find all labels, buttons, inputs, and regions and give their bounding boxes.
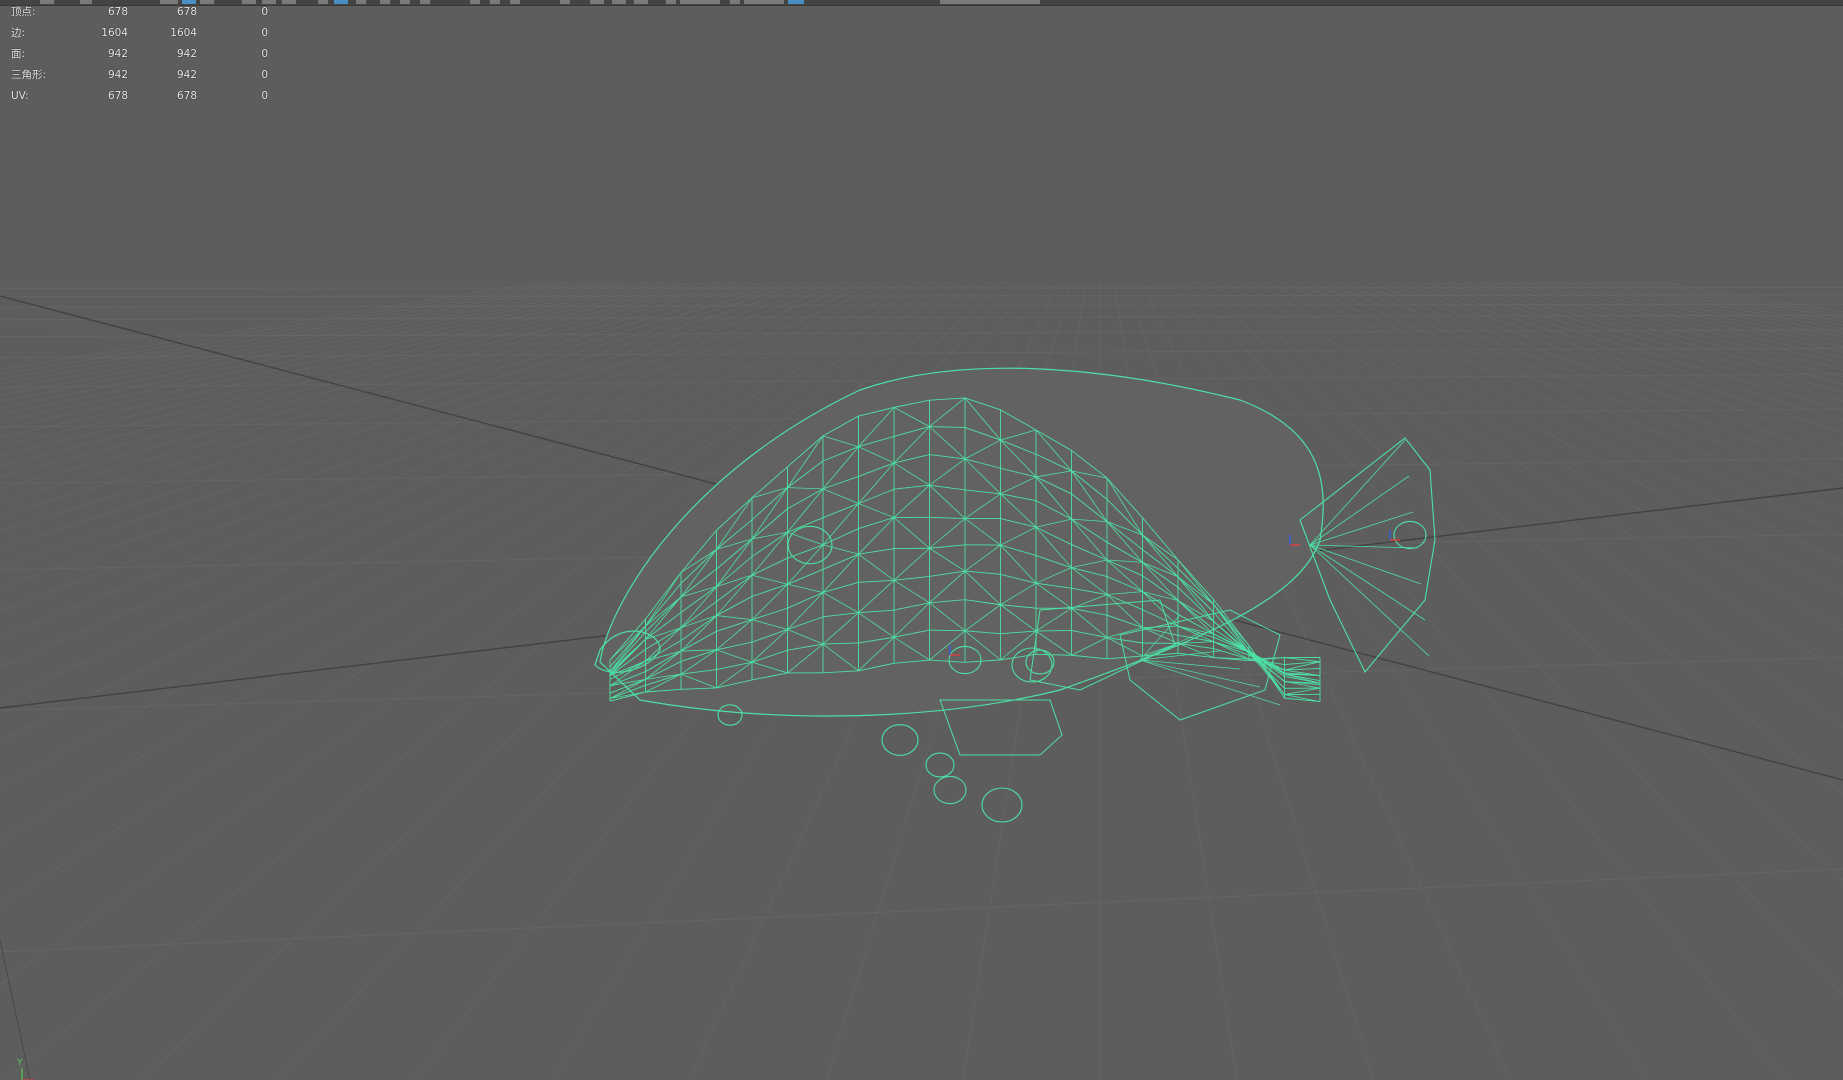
poly-count-hud: 顶点: 678 678 0 边: 1604 1604 0 面: 942 942 …: [0, 6, 290, 111]
hud-label: 顶点:: [11, 6, 36, 18]
hud-value: 0: [261, 48, 268, 60]
hud-value: 942: [107, 48, 128, 60]
hud-label: UV:: [11, 90, 29, 102]
hud-row-triangles: 三角形: 942 942 0: [0, 69, 290, 90]
hud-value: 678: [176, 6, 197, 18]
hud-row-uvs: UV: 678 678 0: [0, 90, 290, 111]
hud-label: 边:: [11, 27, 26, 39]
hud-row-edges: 边: 1604 1604 0: [0, 27, 290, 48]
fish-wireframe-model[interactable]: [594, 367, 1436, 823]
hud-label: 面:: [11, 48, 26, 60]
hud-value: 0: [261, 90, 268, 102]
hud-value: 942: [176, 48, 197, 60]
hud-row-vertices: 顶点: 678 678 0: [0, 6, 290, 27]
hud-value: 0: [261, 6, 268, 18]
hud-value: 678: [107, 6, 128, 18]
hud-value: 0: [261, 27, 268, 39]
hud-value: 678: [176, 90, 197, 102]
hud-value: 942: [176, 69, 197, 81]
axis-y-label: Y: [17, 1058, 23, 1068]
hud-value: 942: [107, 69, 128, 81]
viewport-scene[interactable]: [0, 0, 1843, 1080]
hud-value: 1604: [170, 27, 197, 39]
axis-orientation-gizmo: Y: [14, 1058, 44, 1080]
hud-row-faces: 面: 942 942 0: [0, 48, 290, 69]
hud-value: 678: [107, 90, 128, 102]
3d-viewport[interactable]: 顶点: 678 678 0 边: 1604 1604 0 面: 942 942 …: [0, 0, 1843, 1080]
hud-value: 1604: [101, 27, 128, 39]
hud-value: 0: [261, 69, 268, 81]
hud-label: 三角形:: [11, 69, 47, 81]
